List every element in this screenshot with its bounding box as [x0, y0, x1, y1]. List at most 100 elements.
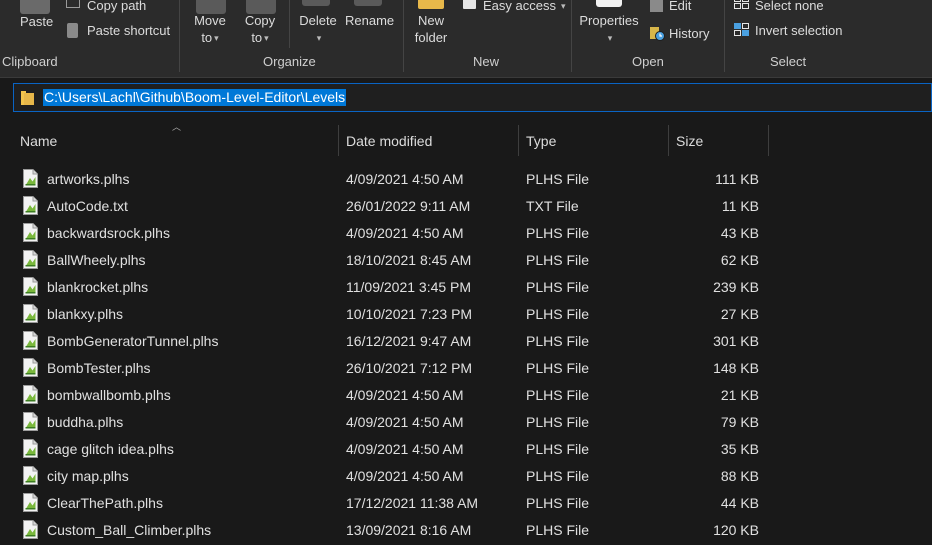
file-name[interactable]: city map.plhs — [47, 468, 129, 484]
file-icon — [23, 439, 38, 458]
file-icon — [23, 520, 38, 539]
ribbon-separator — [179, 0, 180, 72]
file-date-modified: 26/10/2021 7:12 PM — [346, 360, 473, 376]
file-name[interactable]: ClearThePath.plhs — [47, 495, 163, 511]
file-type: PLHS File — [526, 414, 590, 430]
ribbon: Paste Copy path Paste shortcut Clipboard… — [0, 0, 932, 78]
new-folder-icon — [418, 0, 444, 9]
file-size: 11 KB — [721, 198, 759, 214]
file-type: PLHS File — [526, 522, 590, 538]
file-size: 21 KB — [720, 387, 759, 403]
file-icon — [23, 331, 38, 350]
column-divider[interactable] — [338, 125, 339, 156]
file-date-modified: 18/10/2021 8:45 AM — [346, 252, 472, 268]
file-name[interactable]: Custom_Ball_Climber.plhs — [47, 522, 211, 538]
file-size: 79 KB — [720, 414, 759, 430]
chevron-down-icon: ▾ — [264, 33, 269, 43]
file-row[interactable]: blankxy.plhs 10/10/2021 7:23 PM PLHS File 2… — [0, 301, 932, 328]
column-header-name[interactable]: Name — [20, 133, 57, 149]
file-row[interactable]: backwardsrock.plhs 4/09/2021 4:50 AM PLHS … — [0, 220, 932, 247]
file-type: PLHS File — [526, 468, 590, 484]
file-name[interactable]: bombwallbomb.plhs — [47, 387, 171, 403]
properties-icon — [596, 0, 622, 7]
file-icon — [23, 385, 38, 404]
file-name[interactable]: BombGeneratorTunnel.plhs — [47, 333, 218, 349]
file-icon — [23, 304, 38, 323]
file-type: PLHS File — [526, 252, 590, 268]
move-to-label: Move to ▾ — [189, 12, 231, 48]
file-name[interactable]: AutoCode.txt — [47, 198, 128, 214]
file-type: TXT File — [526, 198, 579, 214]
file-type: PLHS File — [526, 387, 590, 403]
easy-access-icon — [463, 0, 476, 9]
file-list: artworks.plhs 4/09/2021 4:50 AM PLHS File 1… — [0, 166, 932, 544]
delete-label-text: Delete — [299, 13, 337, 28]
file-row[interactable]: BombGeneratorTunnel.plhs 16/12/2021 9:47 … — [0, 328, 932, 355]
file-icon — [23, 196, 38, 215]
file-name[interactable]: cage glitch idea.plhs — [47, 441, 174, 457]
new-folder-label-line1: New — [417, 13, 444, 28]
column-header-size[interactable]: Size — [676, 133, 703, 149]
edit-label: Edit — [669, 0, 692, 13]
file-icon — [23, 412, 38, 431]
file-date-modified: 4/09/2021 4:50 AM — [346, 225, 464, 241]
column-divider[interactable] — [668, 125, 669, 156]
ribbon-separator — [289, 0, 290, 48]
column-headers: ︿ Name Date modified Type Size — [0, 122, 932, 157]
file-row[interactable]: city map.plhs 4/09/2021 4:50 AM PLHS File 8… — [0, 463, 932, 490]
address-path[interactable]: C:\Users\Lachl\Github\Boom-Level-Editor\… — [43, 89, 347, 106]
file-size: 148 KB — [713, 360, 759, 376]
column-header-type[interactable]: Type — [526, 133, 556, 149]
file-name[interactable]: artworks.plhs — [47, 171, 129, 187]
file-name[interactable]: backwardsrock.plhs — [47, 225, 170, 241]
file-row[interactable]: artworks.plhs 4/09/2021 4:50 AM PLHS File 1… — [0, 166, 932, 193]
file-icon — [23, 277, 38, 296]
sort-ascending-icon: ︿ — [172, 122, 182, 132]
file-name[interactable]: BallWheely.plhs — [47, 252, 146, 268]
file-name[interactable]: blankxy.plhs — [47, 306, 123, 322]
chevron-down-icon: ▾ — [607, 33, 613, 43]
move-to-label-line2: to ▾ — [189, 29, 231, 48]
file-type: PLHS File — [526, 333, 590, 349]
file-size: 239 KB — [713, 279, 759, 295]
copy-path-icon — [66, 0, 80, 8]
file-name[interactable]: BombTester.plhs — [47, 360, 151, 376]
organize-group-label: Organize — [263, 54, 316, 69]
ribbon-separator — [571, 0, 572, 72]
file-row[interactable]: BombTester.plhs 26/10/2021 7:12 PM PLHS Fi… — [0, 355, 932, 382]
file-row[interactable]: bombwallbomb.plhs 4/09/2021 4:50 AM PLHS F… — [0, 382, 932, 409]
history-icon — [649, 25, 665, 41]
file-size: 44 KB — [720, 495, 759, 511]
column-header-date-modified[interactable]: Date modified — [346, 133, 432, 149]
file-size: 35 KB — [720, 441, 759, 457]
file-icon — [23, 250, 38, 269]
file-row[interactable]: cage glitch idea.plhs 4/09/2021 4:50 AM PL… — [0, 436, 932, 463]
file-row[interactable]: AutoCode.txt 26/01/2022 9:11 AM TXT File 11… — [0, 193, 932, 220]
file-row[interactable]: Custom_Ball_Climber.plhs 13/09/2021 8:16 … — [0, 517, 932, 544]
file-date-modified: 13/09/2021 8:16 AM — [346, 522, 472, 538]
file-name[interactable]: buddha.plhs — [47, 414, 123, 430]
file-row[interactable]: ClearThePath.plhs 17/12/2021 11:38 AM PLHS… — [0, 490, 932, 517]
address-input[interactable]: C:\Users\Lachl\Github\Boom-Level-Editor\… — [13, 83, 932, 112]
copy-to-label-line1: Copy — [244, 13, 276, 28]
new-folder-label: New folder — [410, 12, 452, 46]
rename-icon — [354, 0, 382, 6]
file-size: 88 KB — [720, 468, 759, 484]
file-size: 111 KB — [715, 171, 759, 187]
select-none-label: Select none — [755, 0, 824, 13]
rename-label: Rename — [345, 13, 395, 28]
file-type: PLHS File — [526, 279, 590, 295]
file-size: 43 KB — [720, 225, 759, 241]
file-date-modified: 16/12/2021 9:47 AM — [346, 333, 472, 349]
file-row[interactable]: blankrocket.plhs 11/09/2021 3:45 PM PLHS F… — [0, 274, 932, 301]
column-divider[interactable] — [518, 125, 519, 156]
history-label: History — [669, 26, 710, 41]
file-size: 120 KB — [713, 522, 759, 538]
file-name[interactable]: blankrocket.plhs — [47, 279, 148, 295]
chevron-down-icon: ▾ — [560, 1, 566, 11]
column-divider[interactable] — [768, 125, 769, 156]
file-date-modified: 4/09/2021 4:50 AM — [346, 468, 464, 484]
paste-shortcut-label: Paste shortcut — [87, 23, 171, 38]
file-row[interactable]: buddha.plhs 4/09/2021 4:50 AM PLHS File 79 … — [0, 409, 932, 436]
file-row[interactable]: BallWheely.plhs 18/10/2021 8:45 AM PLHS Fi… — [0, 247, 932, 274]
